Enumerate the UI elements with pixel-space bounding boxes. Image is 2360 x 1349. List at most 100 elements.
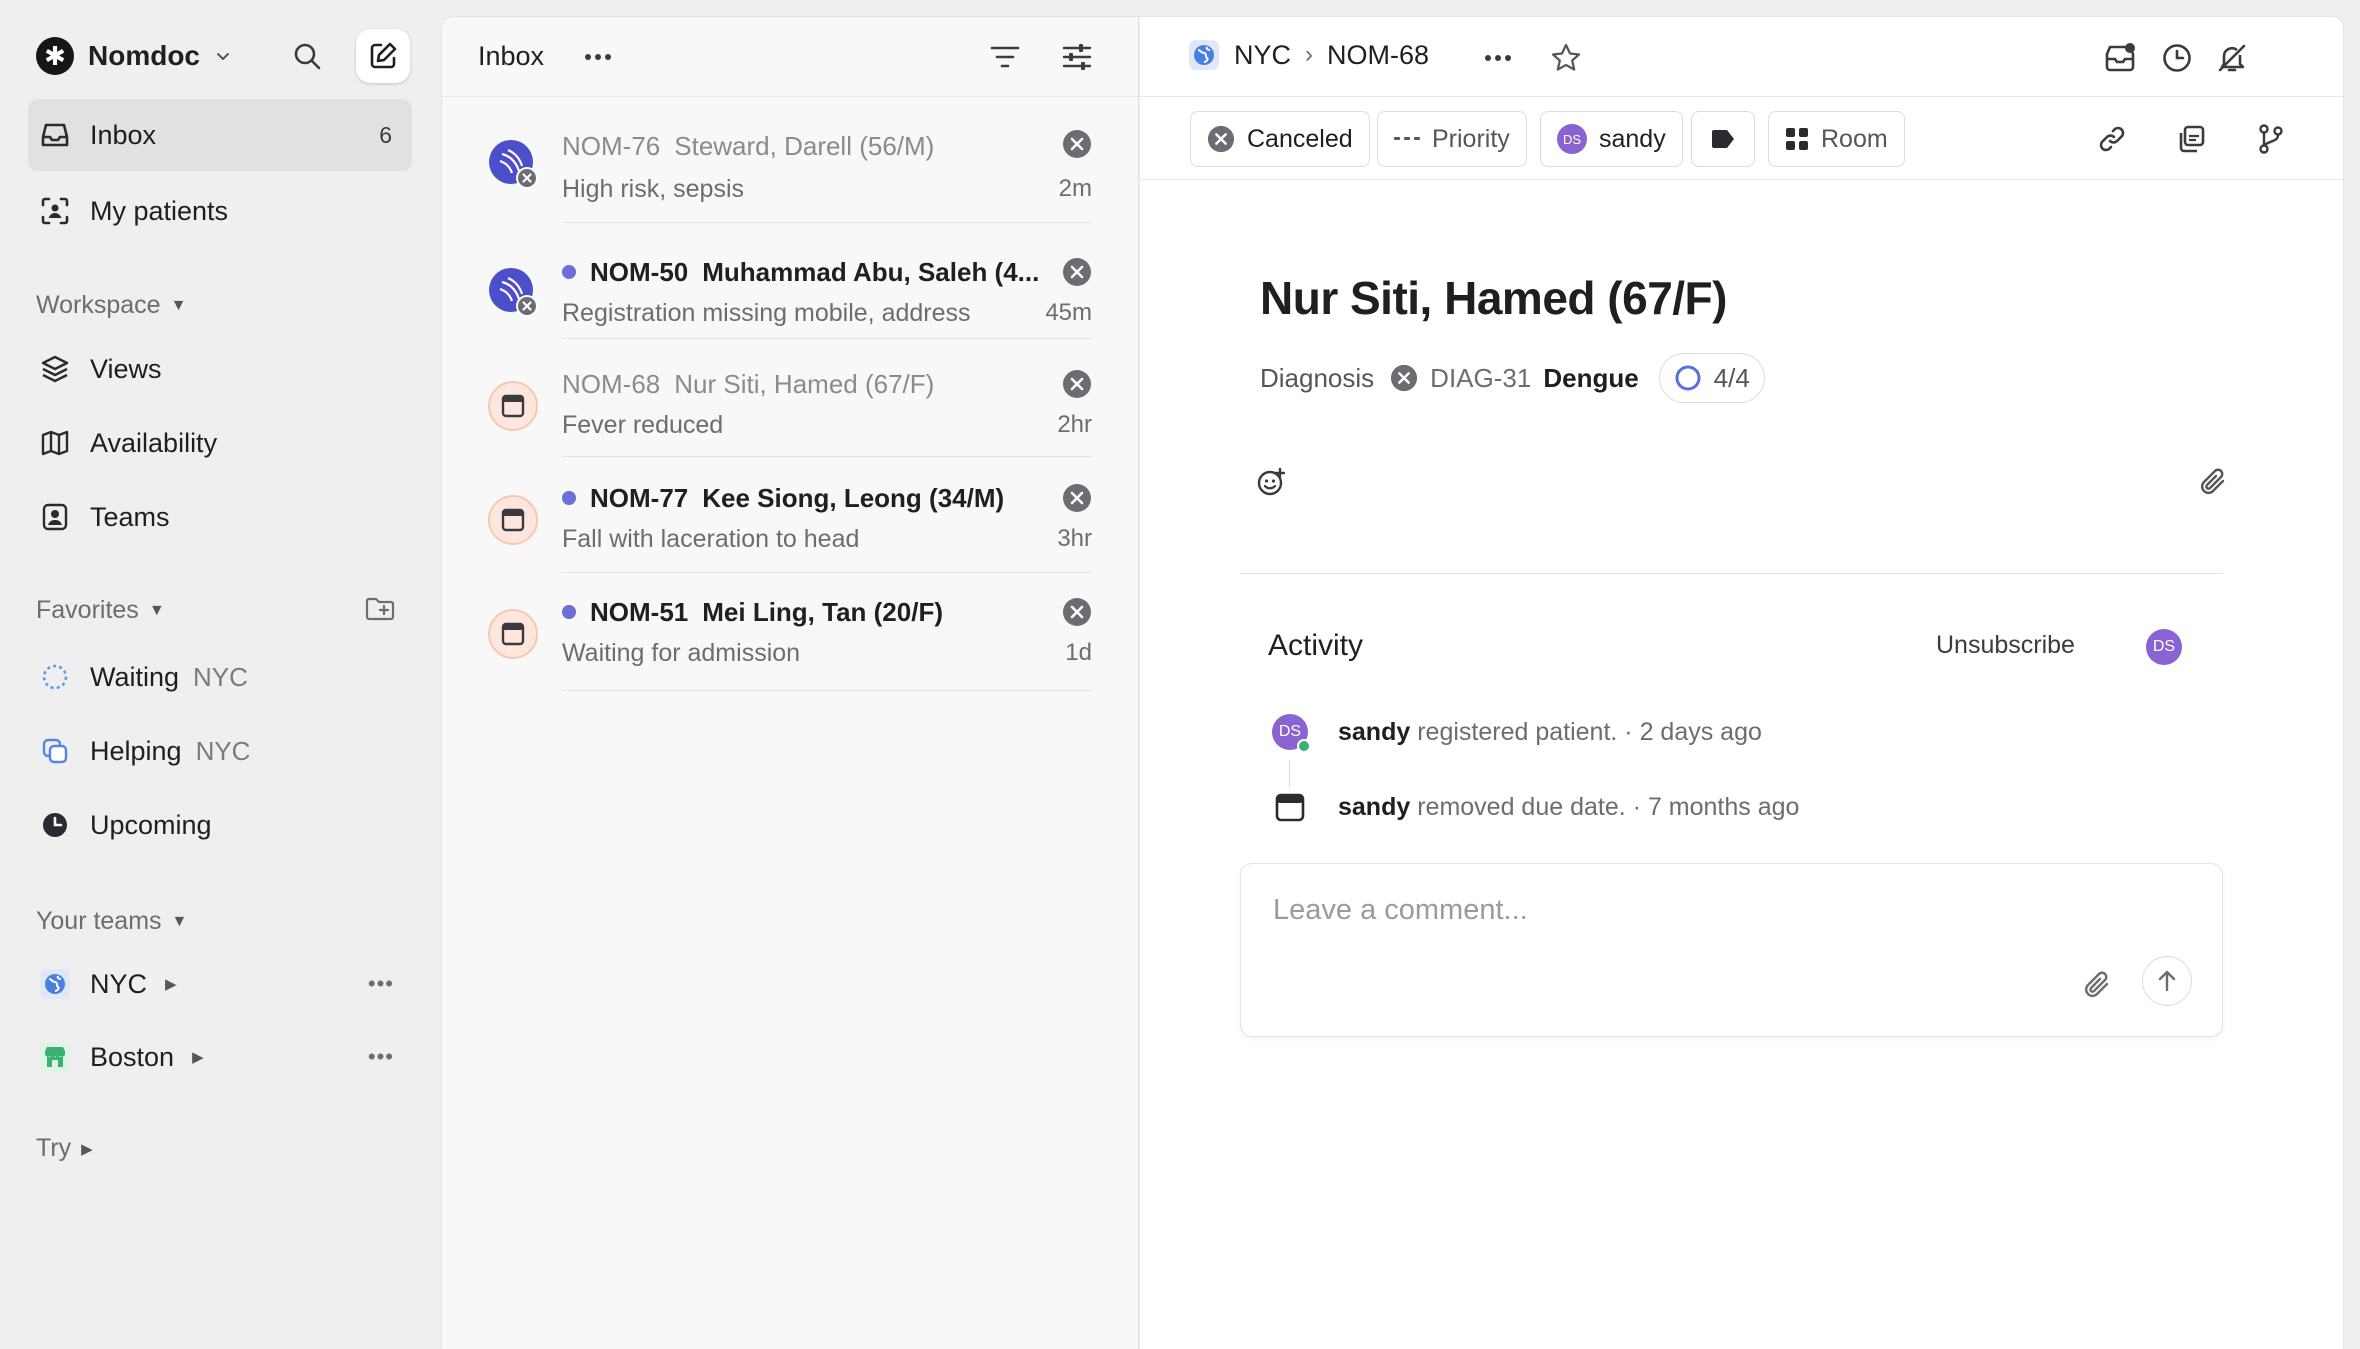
bell-off-icon bbox=[2216, 42, 2248, 74]
sidebar-item-upcoming[interactable]: Upcoming bbox=[28, 789, 412, 861]
calendar-icon bbox=[488, 381, 538, 431]
priority-button[interactable]: Priority bbox=[1377, 111, 1527, 167]
sidebar-item-label: NYC bbox=[90, 968, 148, 999]
sidebar-item-inbox[interactable]: Inbox 6 bbox=[28, 99, 412, 171]
inbox-panel: Inbox NOM-76 Steward, Darell (56/M) High… bbox=[441, 16, 1139, 1349]
activity-action: removed due date. bbox=[1417, 792, 1626, 821]
inbox-row[interactable]: NOM-68 Nur Siti, Hamed (67/F) Fever reduc… bbox=[442, 339, 1138, 457]
section-label: Try bbox=[36, 1134, 72, 1162]
inbox-more-button[interactable] bbox=[576, 35, 620, 79]
new-folder-button[interactable] bbox=[356, 585, 404, 633]
patient-name: Mei Ling, Tan (20/F) bbox=[702, 597, 943, 627]
patient-name: Muhammad Abu, Saleh (4... bbox=[702, 257, 1040, 287]
activity-time: 2 days ago bbox=[1639, 717, 1762, 746]
teams-section-toggle[interactable]: Your teams ▼ bbox=[36, 907, 187, 936]
dismiss-button[interactable] bbox=[1062, 129, 1092, 159]
subscriber-avatar[interactable]: DS bbox=[2146, 629, 2182, 665]
store-icon bbox=[38, 1040, 72, 1074]
inbox-row-time: 45m bbox=[1045, 299, 1092, 326]
team-more-button[interactable]: ••• bbox=[368, 1044, 394, 1070]
sidebar-item-team-nyc[interactable]: NYC ▶ ••• bbox=[28, 948, 412, 1020]
search-button[interactable] bbox=[280, 29, 334, 83]
inbox-row-title: NOM-50 Muhammad Abu, Saleh (4... bbox=[562, 257, 1068, 288]
dismiss-button[interactable] bbox=[1062, 369, 1092, 399]
try-section-toggle[interactable]: Try ▶ bbox=[36, 1134, 93, 1163]
close-circle-icon bbox=[1062, 483, 1092, 513]
caret-right-icon: ▶ bbox=[81, 1140, 93, 1158]
send-comment-button[interactable] bbox=[2142, 956, 2192, 1006]
canceled-status-icon bbox=[1207, 125, 1235, 153]
sidebar-item-teams[interactable]: Teams bbox=[28, 481, 412, 553]
caret-right-icon: ▶ bbox=[192, 1049, 204, 1066]
copy-id-button[interactable] bbox=[2166, 114, 2216, 164]
history-button[interactable] bbox=[2152, 33, 2202, 83]
copy-icon bbox=[2176, 124, 2206, 154]
sidebar-item-availability[interactable]: Availability bbox=[28, 407, 412, 479]
issue-title[interactable]: Nur Siti, Hamed (67/F) bbox=[1260, 271, 1727, 325]
breadcrumb-issue[interactable]: NOM-68 bbox=[1327, 40, 1429, 71]
inbox-row-note: High risk, sepsis bbox=[562, 175, 744, 203]
dismiss-button[interactable] bbox=[1062, 483, 1092, 513]
sub-issues-progress[interactable]: 4/4 bbox=[1658, 353, 1765, 403]
sidebar-item-helping[interactable]: Helping NYC bbox=[28, 715, 412, 787]
room-button[interactable]: Room bbox=[1768, 111, 1905, 167]
diagnosis-id[interactable]: DIAG-31 bbox=[1430, 363, 1531, 394]
inbox-row[interactable]: NOM-77 Kee Siong, Leong (34/M) Fall with … bbox=[442, 457, 1138, 573]
unsubscribe-button[interactable]: Unsubscribe bbox=[1936, 631, 2075, 660]
inbox-row[interactable]: NOM-50 Muhammad Abu, Saleh (4... Registra… bbox=[442, 223, 1138, 339]
notifications-button[interactable] bbox=[2095, 33, 2145, 83]
dismiss-button[interactable] bbox=[1062, 597, 1092, 627]
workspace-switcher[interactable]: ✱ Nomdoc bbox=[36, 36, 232, 76]
comment-box[interactable]: Leave a comment... bbox=[1240, 863, 2223, 1037]
no-priority-icon bbox=[1394, 136, 1420, 142]
inbox-row[interactable]: NOM-51 Mei Ling, Tan (20/F) Waiting for a… bbox=[442, 573, 1138, 691]
diagnosis-name[interactable]: Dengue bbox=[1543, 363, 1638, 394]
favorites-section-toggle[interactable]: Favorites ▼ bbox=[36, 596, 165, 625]
comment-input[interactable]: Leave a comment... bbox=[1273, 894, 1528, 927]
close-circle-icon bbox=[1062, 597, 1092, 627]
sidebar-item-label: Views bbox=[90, 353, 162, 384]
add-reaction-button[interactable] bbox=[1246, 457, 1296, 507]
clock-fill-icon bbox=[38, 808, 72, 842]
workspace-logo: ✱ bbox=[36, 37, 74, 75]
activity-event: DS sandy registered patient. · 2 days ag… bbox=[1272, 714, 1762, 753]
inbox-row-time: 2m bbox=[1058, 175, 1092, 202]
copy-link-button[interactable] bbox=[2087, 114, 2137, 164]
branch-button[interactable] bbox=[2246, 114, 2296, 164]
sidebar-item-waiting[interactable]: Waiting NYC bbox=[28, 641, 412, 713]
dismiss-button[interactable] bbox=[1062, 257, 1092, 287]
activity-sep: · bbox=[1624, 717, 1633, 746]
folder-plus-icon bbox=[364, 594, 396, 624]
comment-attach-button[interactable] bbox=[2072, 960, 2122, 1010]
status-label: Canceled bbox=[1247, 124, 1353, 153]
inbox-row-title: NOM-51 Mei Ling, Tan (20/F) bbox=[562, 597, 1068, 628]
sidebar-item-views[interactable]: Views bbox=[28, 333, 412, 405]
scan-person-icon bbox=[38, 194, 72, 228]
breadcrumb-team[interactable]: NYC bbox=[1234, 40, 1291, 71]
unread-dot bbox=[562, 491, 576, 506]
team-more-button[interactable]: ••• bbox=[368, 971, 394, 997]
arrow-up-icon bbox=[2157, 970, 2177, 992]
labels-button[interactable] bbox=[1691, 111, 1755, 167]
assignee-button[interactable]: DS sandy bbox=[1540, 111, 1683, 167]
chevron-down-icon bbox=[214, 47, 232, 65]
status-button[interactable]: Canceled bbox=[1190, 111, 1370, 167]
new-issue-button[interactable] bbox=[356, 29, 410, 83]
sliders-icon bbox=[1061, 43, 1093, 71]
star-icon bbox=[1550, 42, 1582, 74]
avatar: DS bbox=[1272, 714, 1311, 753]
issue-id: NOM-77 bbox=[590, 483, 689, 513]
mute-button[interactable] bbox=[2207, 33, 2257, 83]
filter-button[interactable] bbox=[983, 35, 1027, 79]
sidebar-item-label: Helping bbox=[90, 735, 182, 766]
sidebar-item-team-boston[interactable]: Boston ▶ ••• bbox=[28, 1021, 412, 1093]
sidebar-item-my-patients[interactable]: My patients bbox=[28, 175, 412, 247]
favorite-button[interactable] bbox=[1541, 33, 1591, 83]
workspace-section-toggle[interactable]: Workspace ▼ bbox=[36, 291, 186, 320]
issue-detail-panel: NYC › NOM-68 Canceled Priority DS sandy … bbox=[1140, 16, 2344, 1349]
inbox-row[interactable]: NOM-76 Steward, Darell (56/M) High risk, … bbox=[442, 109, 1138, 223]
display-options-button[interactable] bbox=[1055, 35, 1099, 79]
issue-more-button[interactable] bbox=[1473, 33, 1523, 83]
issue-id: NOM-68 bbox=[562, 369, 661, 399]
attach-button[interactable] bbox=[2188, 457, 2238, 507]
